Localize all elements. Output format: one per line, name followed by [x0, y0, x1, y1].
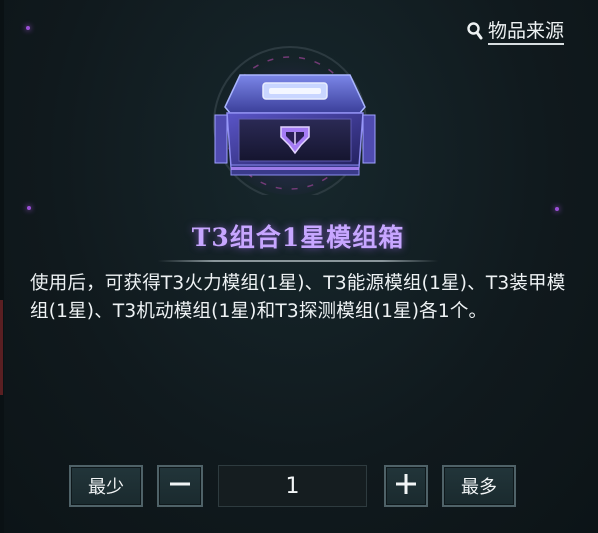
item-source-label: 物品来源 [487, 20, 564, 45]
decor-dot [26, 26, 30, 30]
item-description: 使用后，可获得T3火力模组(1星)、T3能源模组(1星)、T3装甲模组(1星)、… [30, 273, 566, 322]
left-edge-accent [0, 300, 3, 395]
min-quantity-button[interactable]: 最少 [69, 465, 143, 507]
purple-module-chest-icon [185, 45, 395, 200]
plus-icon [394, 472, 418, 500]
decor-dot [27, 206, 31, 210]
decor-dot [555, 207, 559, 211]
item-source-link[interactable]: 物品来源 [466, 20, 564, 45]
quantity-input[interactable]: 1 [218, 465, 367, 507]
item-title: T3组合1星模组箱 [191, 223, 405, 252]
decrease-button[interactable] [157, 465, 203, 507]
max-quantity-button[interactable]: 最多 [442, 465, 516, 507]
left-edge [0, 0, 4, 533]
item-title-block: T3组合1星模组箱 [148, 218, 448, 264]
title-underline [158, 260, 438, 262]
minus-icon [168, 472, 192, 500]
increase-button[interactable] [384, 465, 428, 507]
magnifier-icon [466, 21, 484, 45]
